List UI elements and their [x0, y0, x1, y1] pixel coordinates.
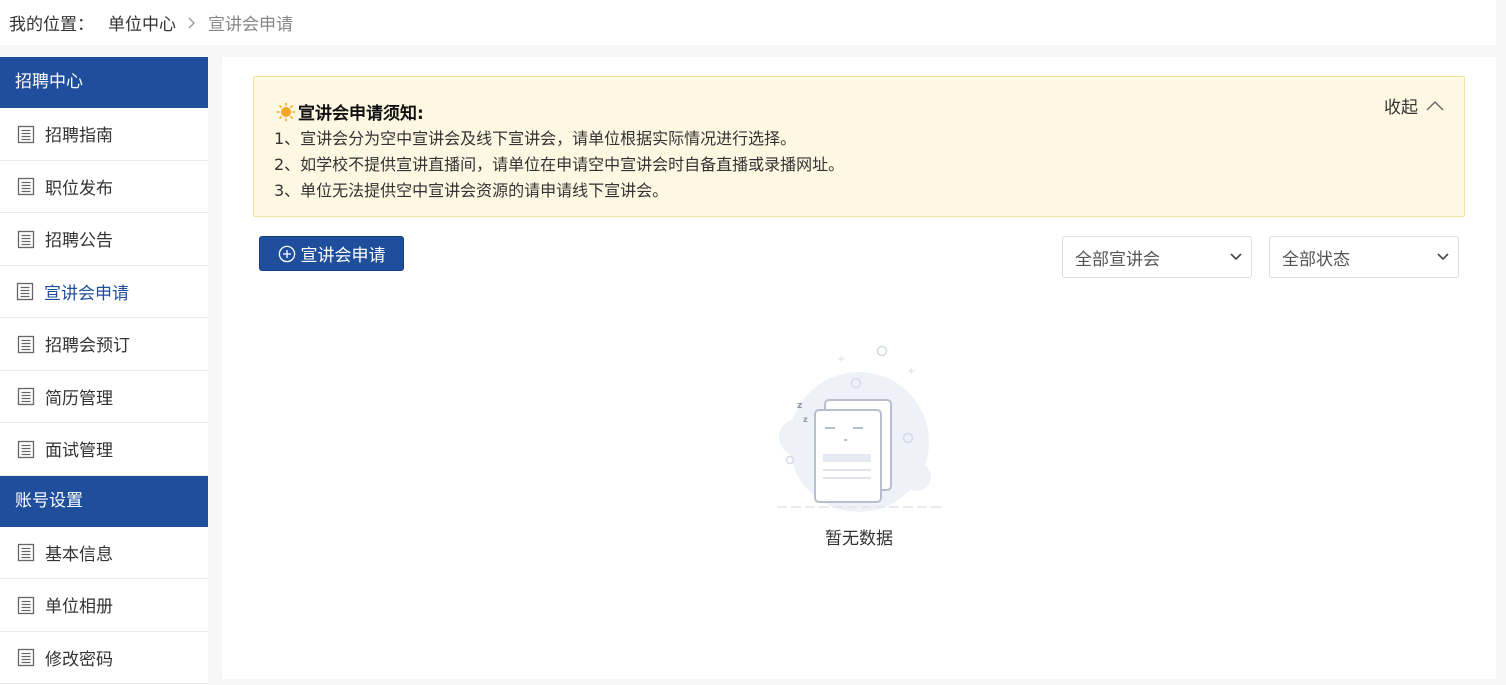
notice-line: 2、如学校不提供宣讲直播间，请单位在申请空中宣讲会时自备直播或录播网址。 — [274, 155, 845, 174]
svg-text:z: z — [797, 401, 802, 411]
breadcrumb-current: 宣讲会申请 — [208, 15, 293, 35]
sidebar-item-label: 招聘会预订 — [45, 336, 130, 357]
chevron-down-icon — [1230, 253, 1242, 261]
document-icon — [17, 544, 35, 562]
sidebar-item-label: 基本信息 — [45, 544, 113, 565]
sidebar-item-label: 招聘公告 — [45, 231, 113, 252]
document-icon — [17, 125, 35, 143]
svg-text:+: + — [837, 354, 845, 365]
collapse-button[interactable]: 收起 — [1384, 93, 1444, 118]
document-icon — [17, 230, 35, 248]
document-icon — [17, 440, 35, 458]
lightbulb-icon — [276, 102, 296, 121]
chevron-up-icon — [1426, 100, 1444, 110]
sidebar-item-resume-management[interactable]: 简历管理 — [0, 371, 208, 423]
sidebar-item-label: 单位相册 — [45, 597, 113, 618]
status-select[interactable]: 全部状态 — [1269, 236, 1459, 278]
sidebar-item-interview-management[interactable]: 面试管理 — [0, 423, 208, 476]
sidebar-item-label: 简历管理 — [45, 388, 113, 409]
sidebar-item-recruitment-notice[interactable]: 招聘公告 — [0, 213, 208, 266]
svg-text:+: + — [907, 366, 915, 377]
sidebar-item-recruitment-guide[interactable]: 招聘指南 — [0, 108, 208, 161]
seminar-apply-button[interactable]: 宣讲会申请 — [259, 236, 404, 271]
sidebar-item-job-posting[interactable]: 职位发布 — [0, 161, 208, 213]
plus-circle-icon — [278, 245, 295, 262]
collapse-label: 收起 — [1384, 98, 1418, 118]
sidebar-item-label: 修改密码 — [45, 649, 113, 670]
sidebar: 招聘中心 招聘指南 职位发布 招聘公告 宣讲会申请 招聘会预订 简历管理 面试管… — [0, 57, 208, 685]
empty-state-illustration: + + z z — [777, 345, 942, 512]
svg-text:z: z — [803, 415, 808, 424]
notice-title-text: 宣讲会申请须知: — [298, 104, 424, 124]
select-value: 全部状态 — [1282, 249, 1350, 270]
notice-line: 1、宣讲会分为空中宣讲会及线下宣讲会，请单位根据实际情况进行选择。 — [274, 129, 797, 148]
document-icon — [17, 178, 35, 196]
notice-lines: 1、宣讲会分为空中宣讲会及线下宣讲会，请单位根据实际情况进行选择。 2、如学校不… — [274, 126, 844, 204]
sidebar-section-account: 账号设置 — [0, 475, 208, 527]
document-icon — [17, 335, 35, 353]
sidebar-item-label: 职位发布 — [45, 178, 113, 199]
select-value: 全部宣讲会 — [1075, 249, 1160, 270]
breadcrumb-label: 我的位置： — [9, 15, 94, 35]
sidebar-section-recruitment: 招聘中心 — [0, 57, 208, 108]
seminar-type-select[interactable]: 全部宣讲会 — [1062, 236, 1252, 278]
sidebar-item-seminar-application[interactable]: 宣讲会申请 — [0, 266, 208, 318]
document-icon — [17, 649, 35, 667]
sidebar-item-unit-album[interactable]: 单位相册 — [0, 579, 208, 632]
notice-title: 宣讲会申请须知: — [276, 99, 424, 124]
sidebar-item-basic-info[interactable]: 基本信息 — [0, 527, 208, 579]
empty-state-text: 暂无数据 — [825, 529, 893, 549]
document-icon — [17, 388, 35, 406]
sidebar-item-job-fair-booking[interactable]: 招聘会预订 — [0, 318, 208, 371]
sidebar-item-label: 宣讲会申请 — [44, 283, 129, 304]
chevron-down-icon — [1437, 253, 1449, 261]
breadcrumb-link-unit-center[interactable]: 单位中心 — [108, 10, 176, 35]
sidebar-item-change-password[interactable]: 修改密码 — [0, 632, 208, 684]
chevron-right-icon — [188, 17, 196, 29]
notice-box: 宣讲会申请须知: 1、宣讲会分为空中宣讲会及线下宣讲会，请单位根据实际情况进行选… — [253, 76, 1465, 217]
breadcrumb: 我的位置： 单位中心 宣讲会申请 — [0, 0, 1496, 45]
document-icon — [16, 283, 34, 301]
notice-line: 3、单位无法提供空中宣讲会资源的请申请线下宣讲会。 — [274, 181, 669, 200]
main-panel: 宣讲会申请须知: 1、宣讲会分为空中宣讲会及线下宣讲会，请单位根据实际情况进行选… — [222, 57, 1496, 679]
sidebar-item-label: 招聘指南 — [45, 126, 113, 147]
document-icon — [17, 596, 35, 614]
sidebar-item-label: 面试管理 — [45, 441, 113, 462]
apply-button-label: 宣讲会申请 — [300, 246, 386, 266]
